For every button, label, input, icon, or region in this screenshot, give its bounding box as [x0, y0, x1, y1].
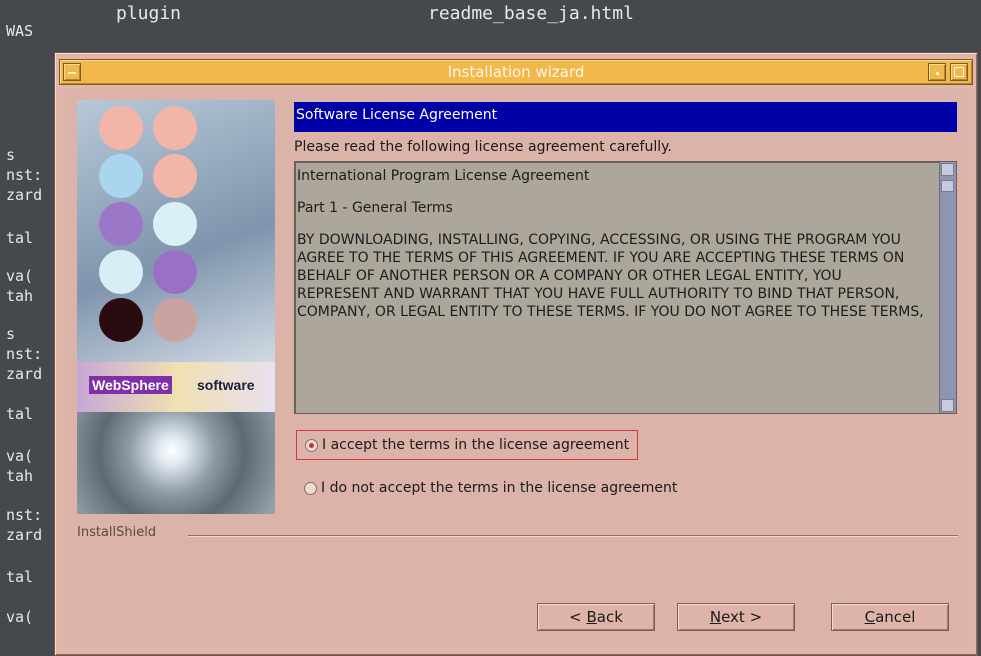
scroll-down-button[interactable] — [941, 399, 954, 412]
decor-circle — [153, 106, 197, 150]
decor-circle — [99, 250, 143, 294]
installation-wizard-window[interactable]: Installation wizard WebSphere software S… — [54, 52, 978, 656]
websphere-wordmark: WebSphere — [89, 376, 172, 394]
back-button[interactable]: < Back — [537, 603, 655, 631]
license-title: International Program License Agreement — [297, 168, 590, 184]
window-title: Installation wizard — [447, 63, 585, 81]
wizard-client-area: WebSphere software Software License Agre… — [63, 89, 969, 647]
terminal-line: nst: — [6, 166, 43, 184]
terminal-label-plugin: plugin — [116, 3, 182, 24]
window-titlebar[interactable]: Installation wizard — [59, 59, 973, 85]
terminal-line: va( — [6, 267, 34, 285]
terminal-line: tal — [6, 229, 34, 247]
accept-terms-radio[interactable]: I accept the terms in the license agreem… — [296, 430, 639, 460]
maximize-icon[interactable] — [950, 63, 968, 81]
terminal-line: nst: — [6, 506, 43, 524]
terminal-line: s — [6, 146, 16, 164]
license-text-area[interactable]: International Program License Agreement … — [294, 161, 957, 414]
scroll-thumb[interactable] — [941, 180, 954, 192]
decline-terms-radio[interactable]: I do not accept the terms in the license… — [296, 473, 685, 503]
terminal-line: zard — [6, 186, 43, 204]
decor-circle — [153, 250, 197, 294]
decor-circle — [153, 202, 197, 246]
instruction-text: Please read the following license agreem… — [294, 139, 672, 155]
terminal-label-readme: readme_base_ja.html — [428, 3, 634, 24]
radio-unchecked-icon[interactable] — [304, 481, 317, 495]
terminal-line: zard — [6, 365, 43, 383]
decor-circle — [153, 298, 197, 342]
websphere-banner-image: WebSphere software — [77, 100, 275, 514]
license-text: International Program License Agreement … — [297, 167, 925, 335]
software-wordmark: software — [197, 377, 255, 393]
terminal-line: va( — [6, 608, 34, 626]
scroll-up-button[interactable] — [941, 163, 954, 176]
next-button[interactable]: Next > — [677, 603, 795, 631]
terminal-line: tah — [6, 467, 34, 485]
terminal-line: tah — [6, 287, 34, 305]
license-scrollbar[interactable] — [939, 162, 956, 413]
license-part: Part 1 - General Terms — [297, 200, 453, 216]
terminal-line: zard — [6, 526, 43, 544]
installshield-label: InstallShield — [77, 525, 157, 540]
license-body: BY DOWNLOADING, INSTALLING, COPYING, ACC… — [297, 232, 924, 320]
decor-circle — [99, 298, 143, 342]
footer-divider — [188, 535, 958, 536]
decor-art — [77, 412, 275, 514]
decor-circle — [99, 154, 143, 198]
accept-terms-label: I accept the terms in the license agreem… — [322, 437, 630, 453]
terminal-line: s — [6, 325, 16, 343]
terminal-label-was: WAS — [6, 22, 34, 40]
page-title: Software License Agreement — [294, 102, 957, 132]
terminal-line: nst: — [6, 345, 43, 363]
decor-circle — [153, 154, 197, 198]
minimize-icon[interactable] — [928, 63, 946, 81]
cancel-button[interactable]: Cancel — [831, 603, 949, 631]
terminal-line: va( — [6, 447, 34, 465]
radio-checked-icon[interactable] — [305, 438, 318, 452]
terminal-line: tal — [6, 568, 34, 586]
decline-terms-label: I do not accept the terms in the license… — [321, 480, 678, 496]
terminal-line: tal — [6, 405, 34, 423]
decor-circle — [99, 202, 143, 246]
websphere-logo: WebSphere software — [77, 362, 275, 412]
decor-circle — [99, 106, 143, 150]
